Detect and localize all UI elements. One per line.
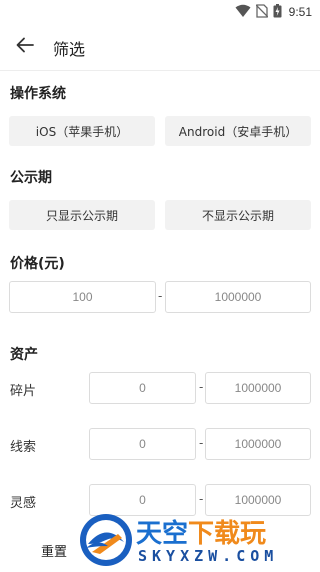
hide-public-option[interactable]: 不显示公示期 bbox=[165, 200, 311, 230]
watermark-brand-part1: 天空 bbox=[136, 519, 189, 549]
show-public-only-option[interactable]: 只显示公示期 bbox=[9, 200, 155, 230]
status-time: 9:51 bbox=[288, 5, 312, 19]
battery-charging-icon bbox=[273, 3, 282, 22]
inspiration-label: 灵感 bbox=[10, 496, 37, 511]
site-watermark: 天空下载玩 SKYXZW.COM bbox=[78, 510, 320, 570]
status-bar: 9:51 bbox=[0, 0, 320, 24]
no-sim-icon bbox=[255, 3, 269, 22]
page-title: 筛选 bbox=[53, 40, 86, 59]
os-ios-option[interactable]: iOS（苹果手机） bbox=[9, 116, 155, 146]
reset-button[interactable]: 重置 bbox=[41, 541, 67, 560]
status-icons: 9:51 bbox=[235, 3, 312, 22]
price-range-separator: - bbox=[158, 289, 163, 303]
fragment-label: 碎片 bbox=[10, 384, 37, 399]
watermark-logo-icon bbox=[78, 512, 134, 572]
os-section-title: 操作系统 bbox=[10, 86, 66, 102]
price-min-input[interactable] bbox=[9, 281, 156, 313]
price-section-title: 价格(元) bbox=[10, 256, 65, 272]
clue-min-input[interactable] bbox=[89, 428, 196, 460]
arrow-left-icon bbox=[16, 37, 34, 57]
assets-section-title: 资产 bbox=[10, 347, 38, 363]
watermark-brand: 天空下载玩 bbox=[136, 513, 266, 550]
fragment-min-input[interactable] bbox=[89, 372, 196, 404]
watermark-brand-part2: 下载玩 bbox=[188, 519, 267, 549]
wifi-icon bbox=[235, 3, 251, 22]
public-period-section-title: 公示期 bbox=[10, 170, 52, 186]
back-button[interactable] bbox=[12, 34, 38, 60]
inspiration-range-separator: - bbox=[199, 492, 204, 506]
clue-max-input[interactable] bbox=[205, 428, 311, 460]
fragment-range-separator: - bbox=[199, 380, 204, 394]
os-android-option[interactable]: Android（安卓手机） bbox=[165, 116, 311, 146]
price-max-input[interactable] bbox=[165, 281, 311, 313]
clue-label: 线索 bbox=[10, 440, 37, 455]
watermark-domain: SKYXZW.COM bbox=[138, 547, 279, 565]
app-bar: 筛选 bbox=[0, 24, 320, 71]
clue-range-separator: - bbox=[199, 436, 204, 450]
fragment-max-input[interactable] bbox=[205, 372, 311, 404]
